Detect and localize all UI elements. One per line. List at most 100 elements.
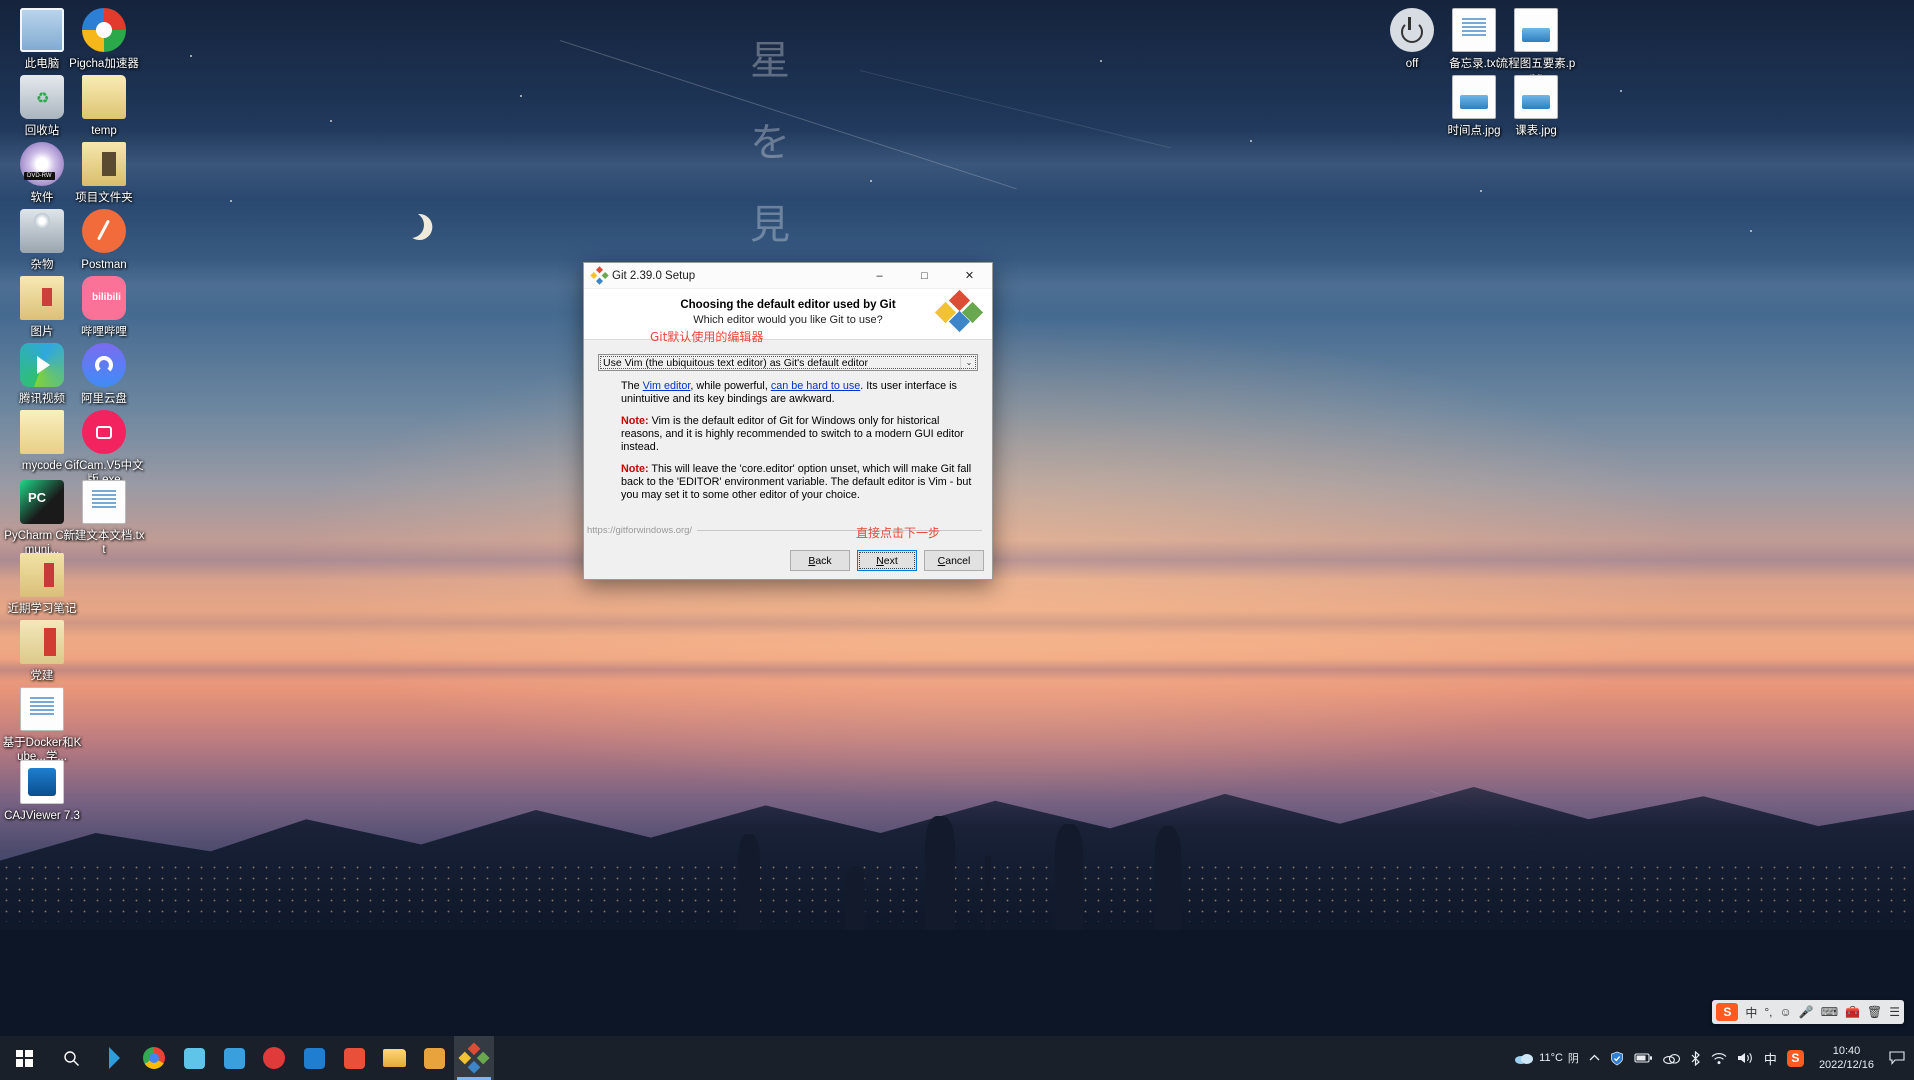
this-pc-icon (18, 6, 66, 54)
tray-overflow-button[interactable] (1584, 1036, 1605, 1080)
desktop-icon-gifcam-icon[interactable]: GifCam.V5中文版.exe (62, 408, 146, 487)
cancel-button[interactable]: Cancel (924, 550, 984, 571)
ime-toolbar[interactable]: S 中 °, ☺ 🎤 ⌨ 🧰 🗑 ☰ (1712, 1000, 1904, 1024)
taskbar-item-wps[interactable] (334, 1036, 374, 1080)
minimize-button[interactable]: – (857, 263, 902, 289)
pigcha-accelerator-icon (80, 6, 128, 54)
git-setup-icon (458, 1042, 490, 1074)
tray-bluetooth-button[interactable] (1685, 1036, 1706, 1080)
city-lights (0, 862, 1914, 922)
taskbar-item-vscode[interactable] (94, 1036, 134, 1080)
trash-icon[interactable]: 🗑 (1867, 1005, 1882, 1019)
chevron-down-icon[interactable]: ⌄ (960, 355, 977, 370)
inline-link[interactable]: Vim editor (643, 380, 691, 392)
maximize-button[interactable]: □ (902, 263, 947, 289)
toolbox-icon[interactable]: 🧰 (1845, 1005, 1860, 1019)
back-button[interactable]: Back (790, 550, 850, 571)
postman-icon (80, 207, 128, 255)
taskbar[interactable]: 11°C 阴 中 S 10:40 2022/12/16 (0, 1036, 1914, 1080)
taskbar-app-list (94, 1036, 494, 1080)
tray-onedrive-button[interactable] (1658, 1036, 1685, 1080)
emoji-icon[interactable]: ☺ (1780, 1005, 1792, 1019)
desktop-icon-image-file-icon[interactable]: 课表.jpg (1494, 73, 1578, 138)
dialog-body: Use Vim (the ubiquitous text editor) as … (584, 340, 992, 502)
paragraph-text: , while powerful, (690, 380, 771, 392)
clock-date: 2022/12/16 (1818, 1059, 1874, 1071)
next-button[interactable]: Next (857, 550, 917, 571)
next-button-label: Next (876, 554, 898, 567)
file-explorer-icon (382, 1049, 406, 1067)
desktop-icon-cajviewer-icon[interactable]: CAJViewer 7.3 (0, 758, 84, 823)
git-logo-icon (590, 266, 609, 285)
mic-icon[interactable]: 🎤 (1799, 1005, 1814, 1019)
folder-icon (18, 274, 66, 322)
folder-icon (18, 551, 66, 599)
editor-select[interactable]: Use Vim (the ubiquitous text editor) as … (598, 354, 978, 371)
dvd-drive-icon: DVD-RW (18, 140, 66, 188)
page-title: Choosing the default editor used by Git (680, 299, 896, 311)
sogou-logo-icon: S (1716, 1003, 1739, 1021)
desktop-icon-aliyun-drive-icon[interactable]: 阿里云盘 (62, 341, 146, 406)
tray-battery-button[interactable] (1629, 1036, 1658, 1080)
window-title: Git 2.39.0 Setup (612, 269, 696, 282)
edge-icon (303, 1047, 325, 1069)
taskbar-item-explorer-blue[interactable] (214, 1036, 254, 1080)
weather-temp: 11°C (1539, 1052, 1563, 1064)
close-button[interactable]: ✕ (947, 263, 992, 289)
desktop-icon-folder-icon[interactable]: temp (62, 73, 146, 138)
chrome-icon (143, 1047, 165, 1069)
search-button[interactable] (48, 1036, 94, 1080)
comma-icon[interactable]: °, (1764, 1005, 1772, 1019)
note-label: Note: (621, 415, 649, 427)
notification-button[interactable] (1884, 1036, 1910, 1080)
footer-url[interactable]: https://gitforwindows.org/ (587, 525, 692, 536)
system-tray: 11°C 阴 中 S 10:40 2022/12/16 (1509, 1036, 1914, 1080)
opera-icon (263, 1047, 285, 1069)
image-file-icon (1450, 73, 1498, 121)
window-titlebar[interactable]: Git 2.39.0 Setup – □ ✕ (584, 263, 992, 289)
taskbar-item-opera[interactable] (254, 1036, 294, 1080)
taskbar-item-file-explorer[interactable] (374, 1036, 414, 1080)
battery-icon (1634, 1053, 1652, 1063)
paragraph-text: This will leave the 'core.editor' option… (621, 463, 972, 501)
tray-sogou-icon[interactable]: S (1782, 1036, 1809, 1080)
desktop-icon-pigcha-accelerator-icon[interactable]: Pigcha加速器 (62, 6, 146, 71)
start-button[interactable] (0, 1036, 48, 1080)
moon-icon (394, 208, 428, 242)
tray-shield-button[interactable] (1605, 1036, 1629, 1080)
taskbar-item-git-setup[interactable] (454, 1036, 494, 1080)
desktop-icon-bilibili-icon[interactable]: bilibili 哔哩哔哩 (62, 274, 146, 339)
wechat-dev-icon (183, 1047, 205, 1069)
weather-widget[interactable]: 11°C 阴 (1509, 1036, 1584, 1080)
git-bash-icon (423, 1047, 445, 1069)
aliyun-drive-icon (80, 341, 128, 389)
git-banner-logo-icon (934, 289, 984, 333)
desktop-icon-postman-icon[interactable]: Postman (62, 207, 146, 272)
notification-icon (1889, 1051, 1905, 1065)
note-label: Note: (621, 463, 649, 475)
clock[interactable]: 10:40 2022/12/16 (1809, 1036, 1884, 1080)
taskbar-item-edge[interactable] (294, 1036, 334, 1080)
taskbar-item-wechat-dev[interactable] (174, 1036, 214, 1080)
taskbar-item-git-bash[interactable] (414, 1036, 454, 1080)
desktop-icon-folder-icon[interactable]: 近期学习笔记 (0, 551, 84, 616)
chevron-up-icon (1589, 1054, 1600, 1061)
annotation-click-next: 直接点击下一步 (856, 526, 941, 540)
desktop-icon-text-file-icon[interactable]: 新建文本文档.txt (62, 478, 146, 557)
desktop-icon-folder-icon[interactable]: 项目文件夹 (62, 140, 146, 205)
tray-ime-indicator[interactable]: 中 (1759, 1036, 1782, 1080)
tray-volume-button[interactable] (1732, 1036, 1759, 1080)
search-icon (63, 1050, 79, 1066)
taskbar-item-chrome[interactable] (134, 1036, 174, 1080)
desktop-icon-folder-icon[interactable]: 党建 (0, 618, 84, 683)
inline-link[interactable]: can be hard to use (771, 380, 860, 392)
desktop-icon-text-file-icon[interactable]: 基于Docker和Kube...学... (0, 685, 84, 764)
tray-network-button[interactable] (1706, 1036, 1732, 1080)
gifcam-icon (80, 408, 128, 456)
keyboard-icon[interactable]: ⌨ (1821, 1005, 1838, 1019)
cloud-band (0, 129, 1914, 200)
cloud-band (0, 610, 1914, 637)
desktop-icon-label: 阿里云盘 (81, 393, 127, 405)
ime-mode-label[interactable]: 中 (1745, 1004, 1757, 1021)
menu-icon[interactable]: ☰ (1889, 1005, 1900, 1019)
